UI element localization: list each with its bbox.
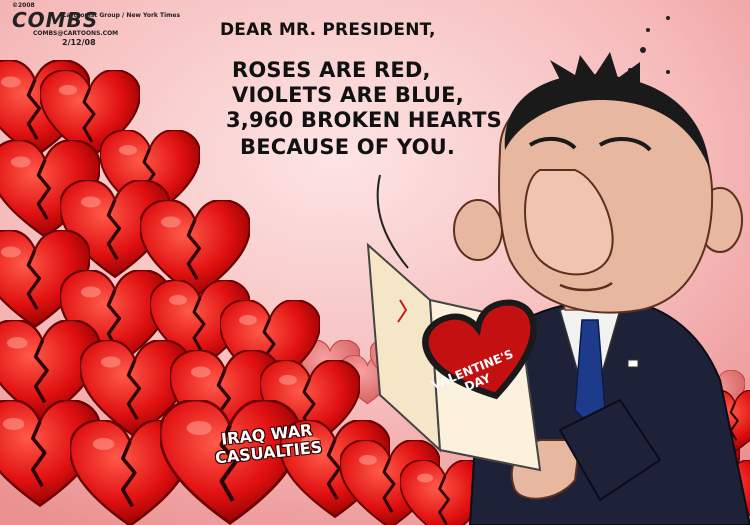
cartoon-canvas: COMBS ©2008 Cartoonist Group / New York … [0, 0, 750, 525]
publisher-line: Cartoonist Group / New York Times [62, 12, 181, 19]
artist-contact: COMBS@CARTOONS.COM [33, 30, 119, 37]
copyright-notice: ©2008 [12, 2, 35, 9]
caption-greeting: DEAR MR. PRESIDENT, [220, 20, 436, 40]
caption-line-1: ROSES ARE RED, [232, 58, 431, 82]
caption-line-2: VIOLETS ARE BLUE, [232, 83, 464, 107]
caption-line-3: 3,960 BROKEN HEARTS [226, 108, 502, 132]
signature-date: 2/12/08 [62, 38, 96, 47]
caption-line-4: BECAUSE OF YOU. [240, 135, 456, 159]
